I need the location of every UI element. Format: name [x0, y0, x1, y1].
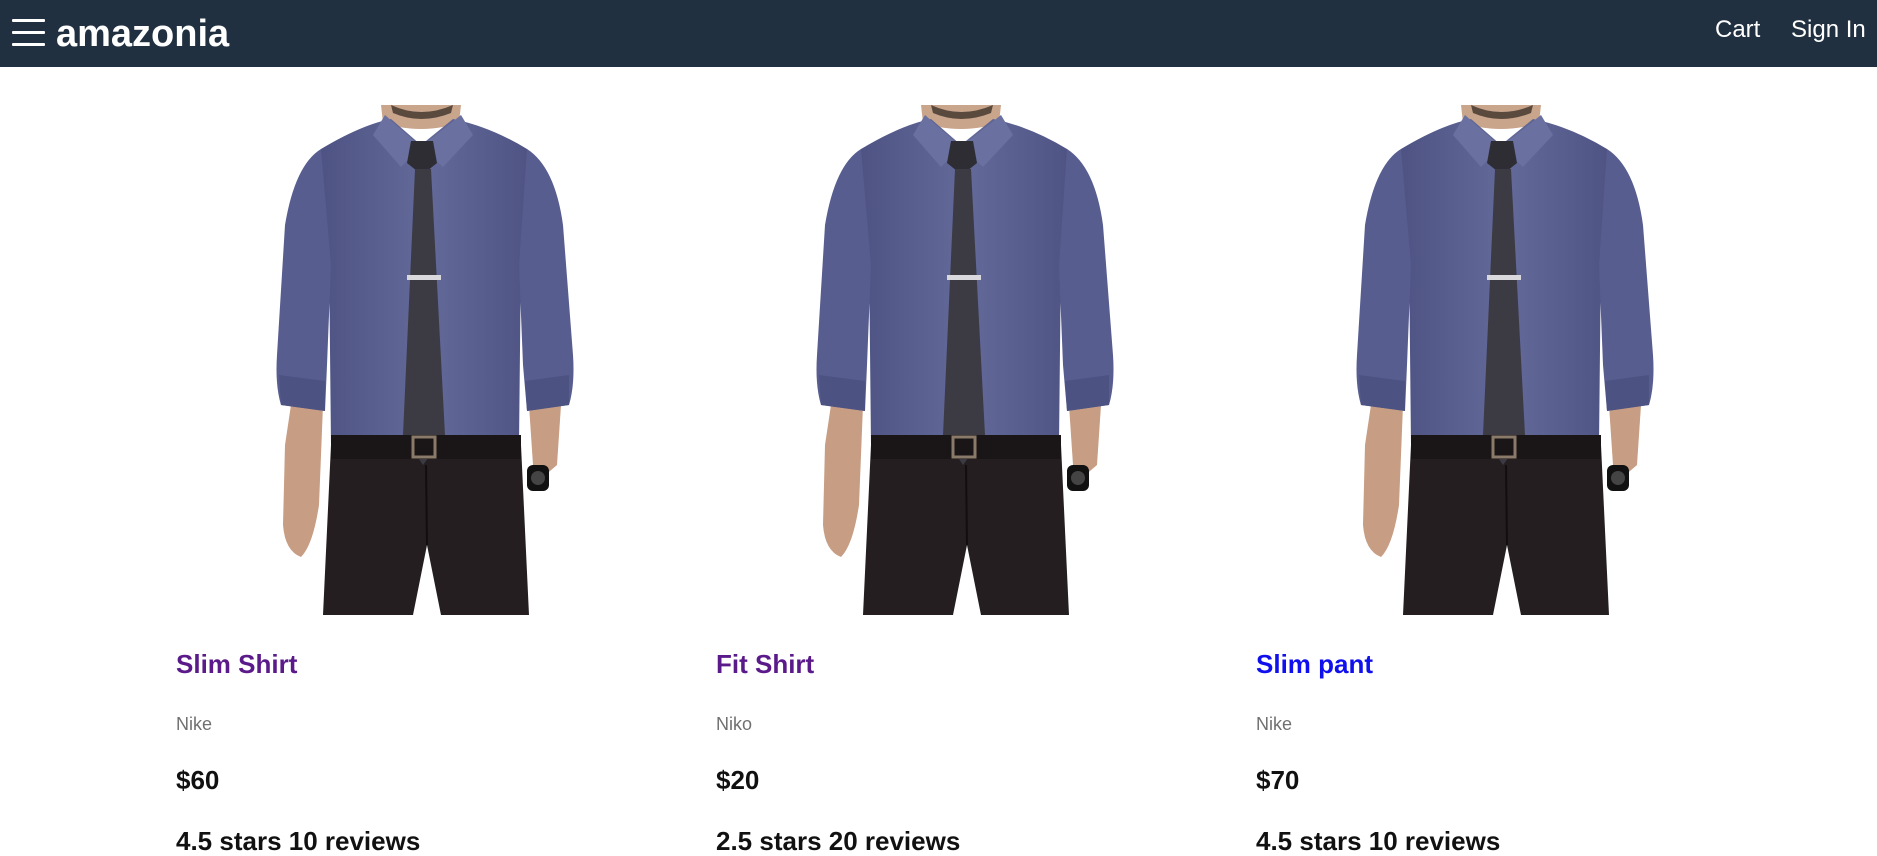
product-name-link[interactable]: Slim Shirt — [176, 649, 297, 679]
product-card: Fit Shirt Niko $20 2.5 stars 20 reviews — [716, 105, 1216, 856]
shirt-model-image[interactable] — [1341, 105, 1671, 615]
top-navbar: amazonia Cart Sign In — [0, 0, 1877, 67]
shirt-model-image[interactable] — [261, 105, 591, 615]
cart-link[interactable]: Cart — [1715, 16, 1760, 44]
product-price: $70 — [1256, 765, 1300, 795]
product-list: Slim Shirt Nike $60 4.5 stars 10 reviews… — [0, 67, 1877, 856]
hamburger-menu-icon[interactable] — [10, 15, 46, 51]
product-price: $20 — [716, 765, 760, 795]
product-card: Slim Shirt Nike $60 4.5 stars 10 reviews — [176, 105, 676, 856]
product-price: $60 — [176, 765, 220, 795]
brand-logo-link[interactable]: amazonia — [56, 12, 229, 56]
product-brand: Nike — [1256, 714, 1293, 734]
sign-in-link[interactable]: Sign In — [1791, 16, 1866, 44]
product-name-link[interactable]: Slim pant — [1256, 649, 1373, 679]
product-brand: Niko — [716, 714, 753, 734]
product-rating: 4.5 stars 10 reviews — [176, 826, 421, 856]
product-name-link[interactable]: Fit Shirt — [716, 649, 814, 679]
product-rating: 2.5 stars 20 reviews — [716, 826, 961, 856]
product-rating: 4.5 stars 10 reviews — [1256, 826, 1501, 856]
product-brand: Nike — [176, 714, 213, 734]
shirt-model-image[interactable] — [801, 105, 1131, 615]
product-card: Slim pant Nike $70 4.5 stars 10 reviews — [1256, 105, 1756, 856]
